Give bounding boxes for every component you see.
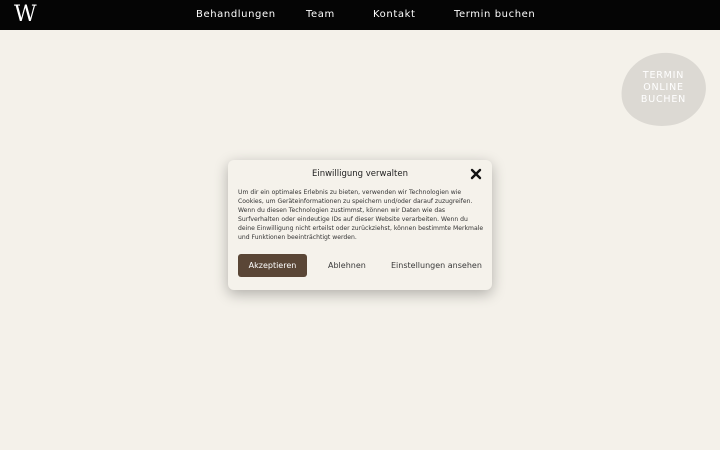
- badge-line-1: TERMIN: [642, 70, 685, 81]
- nav-item-termin-buchen[interactable]: Termin buchen: [454, 8, 535, 22]
- badge-line-3: BUCHEN: [640, 94, 687, 105]
- view-settings-button[interactable]: Einstellungen ansehen: [391, 254, 482, 277]
- nav-item-team[interactable]: Team: [306, 8, 335, 22]
- online-booking-badge[interactable]: TERMIN ONLINE BUCHEN: [621, 70, 706, 106]
- main-navigation: Behandlungen Team Kontakt Termin buchen: [0, 0, 720, 30]
- nav-item-behandlungen[interactable]: Behandlungen: [196, 8, 276, 22]
- accept-button[interactable]: Akzeptieren: [238, 254, 307, 277]
- top-navigation-bar: W Behandlungen Team Kontakt Termin buche…: [0, 0, 720, 30]
- badge-line-2: ONLINE: [643, 82, 684, 93]
- cookie-consent-dialog: Einwilligung verwalten Um dir ein optima…: [228, 160, 492, 290]
- dialog-title: Einwilligung verwalten: [311, 169, 408, 179]
- deny-button[interactable]: Ablehnen: [328, 254, 366, 277]
- close-icon[interactable]: [469, 167, 483, 181]
- dialog-description: Um dir ein optimales Erlebnis zu bieten,…: [238, 189, 484, 241]
- nav-item-kontakt[interactable]: Kontakt: [373, 8, 415, 22]
